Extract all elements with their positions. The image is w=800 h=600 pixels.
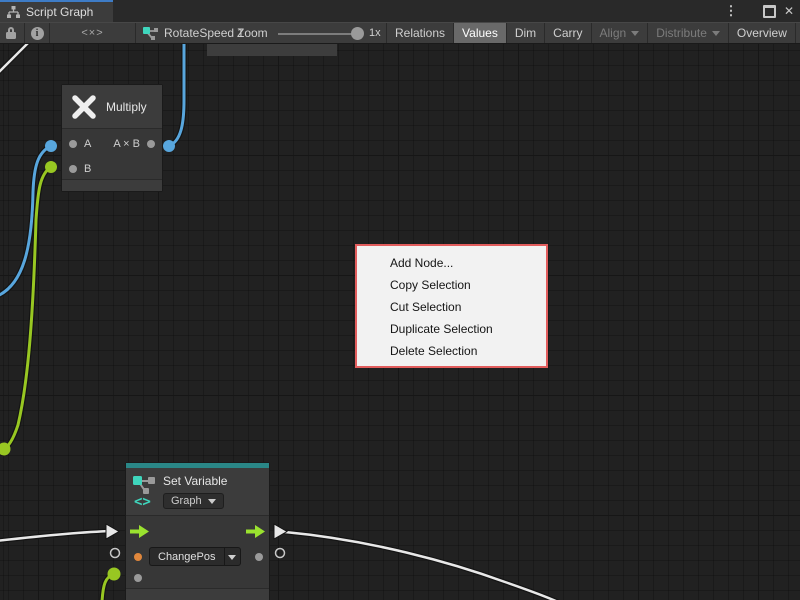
- set-variable-footer: [126, 588, 269, 600]
- variable-output-port[interactable]: [255, 553, 263, 561]
- variable-name-caret[interactable]: [224, 547, 241, 566]
- wire-blue-output[interactable]: [169, 42, 184, 146]
- multiply-title: Multiply: [106, 100, 147, 114]
- input-port-b[interactable]: [69, 165, 77, 173]
- toolbar-button-carry[interactable]: Carry: [545, 23, 591, 43]
- multiply-footer: [62, 179, 162, 191]
- wire-blue-input[interactable]: [0, 146, 51, 297]
- graph-breadcrumb[interactable]: RotateSpeed 1: [143, 23, 244, 43]
- toolbar-button-overview[interactable]: Overview: [729, 23, 796, 43]
- dropdown-caret-icon: [208, 499, 216, 504]
- lock-icon: [6, 27, 18, 40]
- menu-item-copy-selection[interactable]: Copy Selection: [357, 274, 546, 296]
- graph-tab-icon: [7, 6, 20, 18]
- zoom-value: 1x: [369, 23, 381, 43]
- port-result-label: A × B: [113, 138, 140, 150]
- maximize-icon: [763, 5, 776, 18]
- variable-input-port[interactable]: [134, 553, 142, 561]
- toolbar-button-distribute[interactable]: Distribute: [648, 23, 729, 43]
- menu-item-cut-selection[interactable]: Cut Selection: [357, 296, 546, 318]
- toolbar-button-dim[interactable]: Dim: [507, 23, 545, 43]
- close-icon: ✕: [784, 4, 794, 18]
- wire-green-input[interactable]: [3, 167, 51, 449]
- wire-blue-output[interactable]: [169, 42, 184, 146]
- port-a-label: A: [84, 138, 91, 150]
- toolbar-button-fullscreen[interactable]: Full Screen: [796, 23, 800, 43]
- wire-white-topleft[interactable]: [0, 42, 29, 74]
- dropdown-caret-icon: [631, 31, 639, 36]
- window-menu-button[interactable]: ⋮: [722, 0, 740, 22]
- node-multiply[interactable]: Multiply A A × B B: [61, 84, 163, 192]
- variable-scope-dropdown[interactable]: Graph: [163, 493, 224, 509]
- window-close-button[interactable]: ✕: [780, 0, 798, 22]
- set-variable-header[interactable]: <> Set Variable Graph: [126, 468, 269, 516]
- edit-source-button[interactable]: <×>: [50, 23, 136, 43]
- toolbar-button-values[interactable]: Values: [454, 23, 507, 43]
- zoom-slider-track[interactable]: [278, 33, 358, 35]
- input-port-a[interactable]: [69, 140, 77, 148]
- wire-endpoint-green[interactable]: [108, 568, 121, 581]
- flow-input-port[interactable]: [130, 525, 149, 538]
- flow-output-port[interactable]: [246, 525, 265, 538]
- graph-toolbar: i <×> RotateSpeed 1 Zoom 1x Relations Va…: [0, 22, 800, 44]
- multiply-icon: [71, 94, 97, 120]
- dropdown-caret-icon: [712, 31, 720, 36]
- set-variable-icon: <>: [133, 475, 155, 509]
- wire-green-input[interactable]: [3, 167, 51, 449]
- wire-flow-out[interactable]: [285, 532, 558, 600]
- menu-item-add-node[interactable]: Add Node...: [357, 252, 546, 274]
- lock-button[interactable]: [0, 23, 25, 43]
- set-variable-title: Set Variable: [163, 474, 227, 488]
- script-graph-window: Multiply A A × B B <>: [0, 0, 800, 600]
- wire-flow-in[interactable]: [0, 531, 112, 541]
- value-input-port[interactable]: [134, 574, 142, 582]
- wire-blue-input[interactable]: [0, 146, 51, 297]
- graph-breadcrumb-label: RotateSpeed 1: [164, 26, 244, 40]
- zoom-label: Zoom: [237, 23, 268, 43]
- variable-name-label: ChangePos: [149, 547, 224, 566]
- tab-bar: Script Graph ⋮ ✕: [0, 0, 800, 22]
- wire-endpoint-green[interactable]: [0, 443, 11, 456]
- menu-item-duplicate-selection[interactable]: Duplicate Selection: [357, 318, 546, 340]
- code-icon: <×>: [81, 27, 103, 39]
- flow-arrow-out[interactable]: [274, 524, 287, 539]
- dropdown-caret-icon: [228, 555, 236, 560]
- info-button[interactable]: i: [25, 23, 50, 43]
- empty-port-ring[interactable]: [276, 549, 285, 558]
- wire-endpoint-green[interactable]: [45, 161, 57, 173]
- flow-arrow-in[interactable]: [106, 524, 119, 539]
- toolbar-button-relations[interactable]: Relations: [386, 23, 454, 43]
- menu-icon: ⋮: [725, 3, 738, 19]
- context-menu: Add Node... Copy Selection Cut Selection…: [355, 244, 548, 368]
- window-maximize-button[interactable]: [760, 0, 778, 22]
- toolbar-button-align[interactable]: Align: [592, 23, 649, 43]
- tab-title: Script Graph: [26, 5, 93, 19]
- port-b-label: B: [84, 163, 91, 175]
- wire-endpoint-blue[interactable]: [163, 140, 175, 152]
- empty-port-ring[interactable]: [111, 549, 120, 558]
- info-icon: i: [31, 27, 44, 40]
- wire-flow-out[interactable]: [285, 532, 558, 600]
- multiply-header[interactable]: Multiply: [62, 85, 162, 129]
- wire-green-bottom[interactable]: [102, 574, 114, 600]
- zoom-slider-knob[interactable]: [351, 27, 364, 40]
- menu-item-delete-selection[interactable]: Delete Selection: [357, 340, 546, 362]
- tab-script-graph[interactable]: Script Graph: [0, 0, 113, 22]
- wire-endpoint-blue[interactable]: [45, 140, 57, 152]
- node-set-variable[interactable]: <> Set Variable Graph Chan: [125, 462, 270, 600]
- variable-name-dropdown[interactable]: ChangePos: [149, 547, 241, 566]
- output-port-result[interactable]: [147, 140, 155, 148]
- graph-icon: [143, 27, 158, 40]
- variable-scope-label: Graph: [171, 495, 202, 507]
- wire-green-bottom[interactable]: [102, 574, 114, 600]
- wire-white-topleft[interactable]: [0, 42, 29, 74]
- svg-text:<>: <>: [134, 494, 151, 509]
- view-options-bar: Relations Values Dim Carry Align Distrib…: [386, 23, 800, 43]
- wire-flow-in[interactable]: [0, 531, 112, 541]
